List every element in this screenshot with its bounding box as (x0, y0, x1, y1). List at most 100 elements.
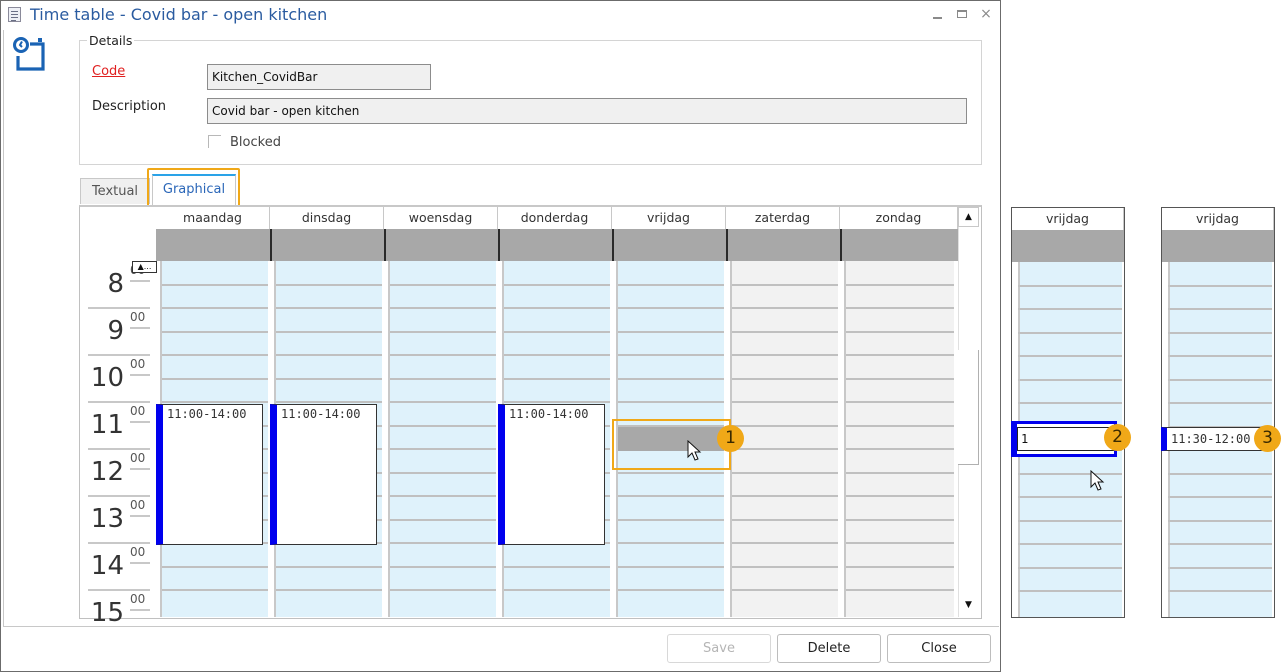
time-slot[interactable] (276, 401, 382, 403)
time-slot[interactable] (846, 284, 954, 286)
time-slot[interactable] (1168, 379, 1272, 381)
time-slot[interactable] (276, 378, 382, 380)
time-slot[interactable] (1018, 473, 1122, 475)
time-slot[interactable] (618, 284, 724, 286)
time-slot[interactable] (390, 589, 496, 591)
time-slot[interactable] (1168, 285, 1272, 287)
time-slot[interactable] (504, 307, 610, 309)
time-slot[interactable] (618, 354, 724, 356)
time-slot[interactable] (846, 401, 954, 403)
code-field[interactable]: Kitchen_CovidBar (207, 64, 431, 90)
step3-new-event[interactable]: 11:30-12:00 (1161, 427, 1269, 451)
time-slot[interactable] (846, 542, 954, 544)
time-slot[interactable] (390, 307, 496, 309)
time-slot[interactable] (504, 331, 610, 333)
time-slot[interactable] (732, 354, 838, 356)
time-slot[interactable] (1168, 402, 1272, 404)
time-slot[interactable] (1168, 473, 1272, 475)
minimize-button[interactable] (930, 6, 946, 22)
time-slot[interactable] (732, 331, 838, 333)
time-slot[interactable] (618, 472, 724, 474)
time-slot[interactable] (276, 354, 382, 356)
time-slot[interactable] (390, 542, 496, 544)
time-slot[interactable] (504, 284, 610, 286)
time-slot[interactable] (1018, 308, 1122, 310)
schedule-event[interactable]: 11:00-14:00 (156, 404, 263, 545)
time-slot[interactable] (1018, 332, 1122, 334)
time-slot[interactable] (390, 354, 496, 356)
time-slot[interactable] (846, 307, 954, 309)
description-field[interactable]: Covid bar - open kitchen (207, 98, 967, 124)
blocked-checkbox[interactable] (208, 135, 221, 148)
time-slot[interactable] (1018, 543, 1122, 545)
time-slot[interactable] (846, 354, 954, 356)
time-slot[interactable] (162, 378, 268, 380)
time-slot[interactable] (618, 307, 724, 309)
time-slot[interactable] (618, 542, 724, 544)
time-slot[interactable] (162, 284, 268, 286)
time-slot[interactable] (162, 354, 268, 356)
time-slot[interactable] (390, 566, 496, 568)
time-slot[interactable] (162, 589, 268, 591)
time-slot[interactable] (390, 284, 496, 286)
time-slot[interactable] (1018, 520, 1122, 522)
day-header-maandag[interactable]: maandag (156, 207, 270, 229)
time-slot[interactable] (732, 425, 838, 427)
time-slot[interactable] (504, 589, 610, 591)
time-slot[interactable] (1018, 590, 1122, 592)
time-slot[interactable] (504, 566, 610, 568)
time-slot[interactable] (276, 331, 382, 333)
scrollbar-thumb[interactable] (958, 350, 979, 465)
time-slot[interactable] (1018, 355, 1122, 357)
time-slot[interactable] (732, 284, 838, 286)
time-slot[interactable] (846, 589, 954, 591)
time-slot[interactable] (732, 589, 838, 591)
scroll-down-button[interactable]: ▼ (958, 595, 979, 615)
time-slot[interactable] (618, 589, 724, 591)
day-header-zaterdag[interactable]: zaterdag (726, 207, 840, 229)
day-header-donderdag[interactable]: donderdag (498, 207, 612, 229)
time-slot[interactable] (732, 448, 838, 450)
time-slot[interactable] (1018, 402, 1122, 404)
time-slot[interactable] (846, 331, 954, 333)
collapse-early-hours-button[interactable]: ▲... (132, 261, 157, 273)
time-slot[interactable] (1168, 332, 1272, 334)
time-slot[interactable] (732, 542, 838, 544)
time-slot[interactable] (1168, 308, 1272, 310)
time-slot[interactable] (1168, 355, 1272, 357)
time-slot[interactable] (732, 472, 838, 474)
time-slot[interactable] (276, 284, 382, 286)
time-slot[interactable] (846, 495, 954, 497)
time-slot[interactable] (504, 354, 610, 356)
step2-time-input[interactable]: 1 (1017, 427, 1114, 451)
time-slot[interactable] (732, 495, 838, 497)
time-slot[interactable] (504, 401, 610, 403)
time-slot[interactable] (1168, 496, 1272, 498)
time-slot[interactable] (846, 566, 954, 568)
delete-button[interactable]: Delete (777, 634, 881, 663)
time-slot[interactable] (1018, 567, 1122, 569)
time-slot[interactable] (846, 425, 954, 427)
day-header-dinsdag[interactable]: dinsdag (270, 207, 384, 229)
time-slot[interactable] (276, 566, 382, 568)
close-window-button[interactable]: × (978, 6, 994, 22)
time-slot[interactable] (732, 519, 838, 521)
save-button[interactable]: Save (667, 634, 771, 663)
schedule-event[interactable]: 11:00-14:00 (270, 404, 377, 545)
time-slot[interactable] (618, 378, 724, 380)
all-day-band[interactable] (270, 229, 384, 261)
title-bar[interactable]: Time table - Covid bar - open kitchen (0, 0, 999, 30)
time-slot[interactable] (618, 519, 724, 521)
time-slot[interactable] (276, 307, 382, 309)
time-slot[interactable] (162, 401, 268, 403)
time-slot[interactable] (1168, 520, 1272, 522)
time-slot[interactable] (618, 401, 724, 403)
time-slot[interactable] (162, 331, 268, 333)
tab-textual[interactable]: Textual (80, 178, 150, 204)
all-day-band[interactable] (498, 229, 612, 261)
time-slot[interactable] (390, 472, 496, 474)
all-day-band[interactable] (156, 229, 270, 261)
close-button[interactable]: Close (887, 634, 991, 663)
time-slot[interactable] (1168, 567, 1272, 569)
time-slot[interactable] (618, 495, 724, 497)
